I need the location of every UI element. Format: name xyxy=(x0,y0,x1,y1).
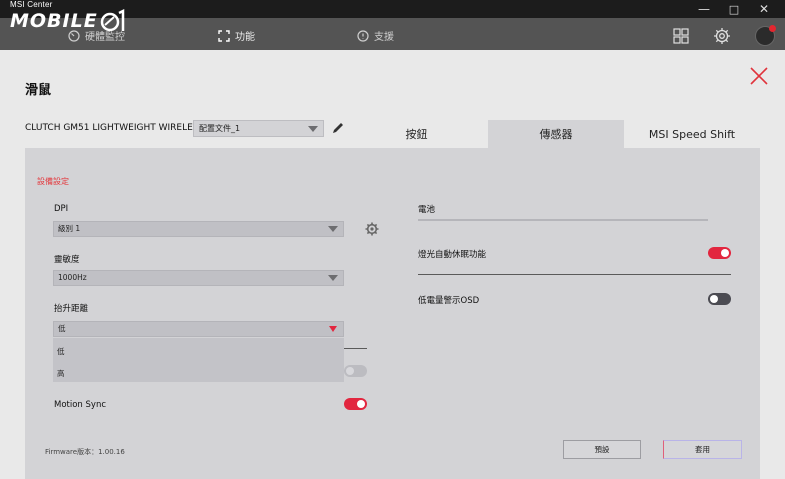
battery-bar xyxy=(418,219,708,221)
lift-distance-select[interactable]: 低 xyxy=(53,321,344,337)
nav-support[interactable]: 支援 xyxy=(357,28,394,43)
tab-buttons-label: 按鈕 xyxy=(405,128,428,141)
dpi-select[interactable]: 級別 1 xyxy=(53,221,344,237)
low-battery-osd-label: 低電量警示OSD xyxy=(418,296,480,306)
help-icon xyxy=(357,29,369,42)
tab-speed-shift-label: MSI Speed Shift xyxy=(648,127,736,141)
tab-sensor-label: 傳感器 xyxy=(539,128,573,141)
chevron-down-icon xyxy=(328,226,338,232)
nav-features-label: 功能 xyxy=(235,32,255,43)
minimize-button[interactable]: — xyxy=(689,0,719,18)
dropdown-option-high[interactable]: 高 xyxy=(57,368,65,379)
firmware-version: Firmware版本：1.00.16 xyxy=(45,448,125,456)
dpi-label: DPI xyxy=(54,204,69,214)
notification-dot xyxy=(769,25,776,32)
section-title: 設備設定 xyxy=(37,177,69,186)
device-name: CLUTCH GM51 LIGHTWEIGHT WIRELESS xyxy=(25,123,205,133)
tab-sensor[interactable]: 傳感器 xyxy=(488,120,624,148)
top-right-icons xyxy=(673,25,776,46)
lift-distance-label: 抬升距離 xyxy=(54,304,89,314)
sensitivity-select[interactable]: 1000Hz xyxy=(53,270,344,286)
brand-small-text: MSI Center xyxy=(10,0,53,9)
right-divider xyxy=(418,274,731,275)
nav-features[interactable]: 功能 xyxy=(218,28,255,43)
page-title: 滑鼠 xyxy=(25,83,52,98)
gear-icon[interactable] xyxy=(713,27,731,45)
sensitivity-select-value: 1000Hz xyxy=(58,273,87,282)
dpi-settings-icon[interactable] xyxy=(365,222,379,236)
chevron-down-icon xyxy=(308,126,318,132)
close-icon[interactable] xyxy=(748,65,770,87)
profile-select[interactable]: 配置文件_1 xyxy=(193,120,324,137)
expand-icon xyxy=(218,29,230,42)
light-sleep-toggle[interactable] xyxy=(708,247,731,259)
motion-sync-toggle[interactable] xyxy=(344,398,367,410)
nav-hardware-monitor-label: 硬體監控 xyxy=(85,32,125,43)
sensor-panel: 設備設定 DPI 級別 1 靈敏度 1000Hz 抬升距離 低 低 高 Moti… xyxy=(25,148,760,479)
window-controls: — □ ✕ xyxy=(689,0,779,18)
profile-select-value: 配置文件_1 xyxy=(199,124,241,133)
tab-buttons[interactable]: 按鈕 xyxy=(345,120,488,148)
chevron-down-icon xyxy=(328,275,338,281)
battery-label: 電池 xyxy=(418,205,436,215)
low-battery-osd-toggle[interactable] xyxy=(708,293,731,305)
maximize-button[interactable]: □ xyxy=(719,0,749,18)
motion-sync-label: Motion Sync xyxy=(54,400,107,410)
close-window-button[interactable]: ✕ xyxy=(749,0,779,18)
chevron-up-icon xyxy=(329,326,337,332)
nav-support-label: 支援 xyxy=(374,32,394,43)
edit-icon[interactable] xyxy=(331,121,345,135)
avatar[interactable] xyxy=(755,25,776,46)
grid-icon[interactable] xyxy=(673,28,689,44)
gauge-icon xyxy=(68,29,80,42)
default-button[interactable]: 預設 xyxy=(563,440,641,459)
dpi-select-value: 級別 1 xyxy=(58,224,81,233)
hidden-toggle[interactable] xyxy=(344,365,367,377)
nav-hardware-monitor[interactable]: 硬體監控 xyxy=(68,28,125,43)
dropdown-option-low[interactable]: 低 xyxy=(57,346,65,357)
tab-speed-shift[interactable]: MSI Speed Shift xyxy=(624,120,760,148)
top-nav: MOBILE 01 硬體監控 功能 支援 xyxy=(0,8,785,50)
apply-button[interactable]: 套用 xyxy=(663,440,742,459)
left-divider xyxy=(344,348,367,349)
sensitivity-label: 靈敏度 xyxy=(54,255,80,265)
lift-distance-select-value: 低 xyxy=(58,324,66,333)
light-sleep-label: 燈光自動休眠功能 xyxy=(418,250,487,260)
brand-small: MSI Center xyxy=(10,1,52,9)
lift-distance-dropdown: 低 高 xyxy=(53,338,344,382)
tab-bar: 按鈕 傳感器 MSI Speed Shift xyxy=(345,120,760,148)
